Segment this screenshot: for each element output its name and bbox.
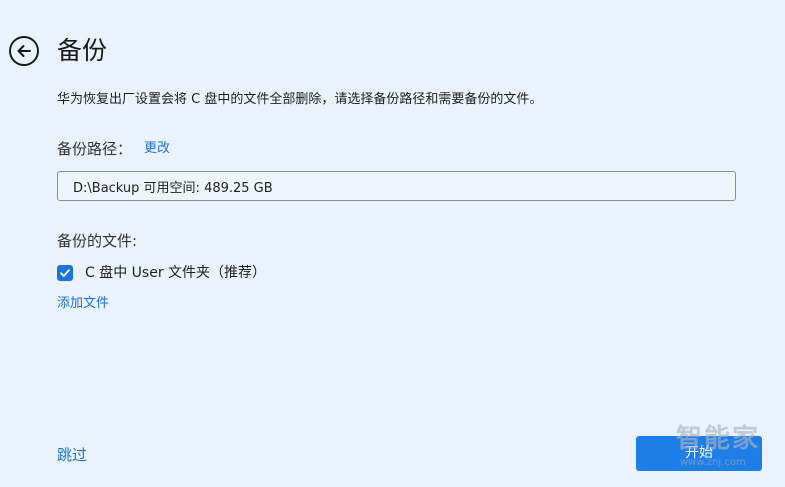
- checkmark-icon: [60, 269, 70, 277]
- add-files-link[interactable]: 添加文件: [57, 295, 109, 313]
- back-button[interactable]: [9, 36, 39, 66]
- skip-link[interactable]: 跳过: [57, 445, 87, 465]
- change-path-link[interactable]: 更改: [144, 140, 170, 158]
- backup-files-label: 备份的文件:: [57, 232, 138, 250]
- arrow-left-icon: [17, 45, 31, 57]
- page-title: 备份: [57, 36, 108, 65]
- backup-path-label: 备份路径：: [57, 140, 133, 158]
- user-folder-checkbox[interactable]: [57, 265, 73, 281]
- start-button[interactable]: 开始: [636, 436, 762, 471]
- description-text: 华为恢复出厂设置会将 C 盘中的文件全部删除，请选择备份路径和需要备份的文件。: [57, 92, 543, 107]
- user-folder-checkbox-label[interactable]: C 盘中 User 文件夹（推荐）: [85, 264, 266, 283]
- backup-path-field[interactable]: [57, 171, 736, 201]
